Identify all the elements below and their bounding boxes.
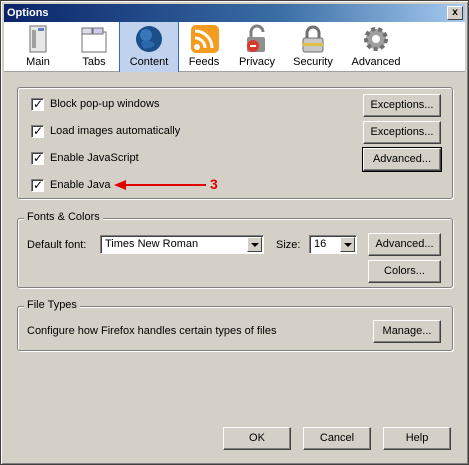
default-font-value: Times New Roman: [105, 238, 199, 250]
font-size-select[interactable]: 16: [309, 235, 357, 254]
checkbox-box[interactable]: ✓: [31, 177, 44, 192]
tab-feeds[interactable]: Feeds: [179, 22, 229, 72]
colors-button[interactable]: Colors...: [368, 260, 441, 283]
file-types-legend: File Types: [24, 299, 80, 311]
tab-privacy-label: Privacy: [238, 56, 276, 68]
check-mark-icon: ✓: [33, 150, 44, 165]
tab-security[interactable]: Security: [285, 22, 341, 72]
size-label: Size:: [276, 239, 301, 251]
fonts-colors-group: Fonts & Colors Default font: Times New R…: [17, 211, 453, 288]
gear-icon: [364, 27, 388, 51]
manage-button[interactable]: Manage...: [373, 320, 441, 343]
tab-feeds-label: Feeds: [188, 56, 220, 68]
feed-icon: [191, 25, 219, 53]
tab-main[interactable]: Main: [10, 22, 66, 72]
ok-button[interactable]: OK: [223, 427, 291, 450]
enable-java-label: Enable Java: [50, 179, 111, 191]
tab-tabs[interactable]: Tabs: [66, 22, 122, 72]
block-popups-label: Block pop-up windows: [50, 98, 160, 110]
load-images-label: Load images automatically: [50, 125, 181, 137]
globe-icon: [136, 26, 162, 52]
help-button[interactable]: Help: [383, 427, 451, 450]
default-font-label: Default font:: [27, 239, 87, 251]
tabs-icon: [81, 27, 107, 53]
tab-advanced-label: Advanced: [351, 56, 401, 68]
javascript-advanced-button[interactable]: Advanced...: [362, 147, 442, 172]
annotation-arrow-icon: [114, 180, 206, 190]
main-icon: [29, 25, 47, 53]
padlock-icon: [302, 25, 324, 53]
chevron-down-icon[interactable]: [340, 237, 355, 252]
close-button[interactable]: x: [447, 6, 463, 20]
options-window: Options x Main Tabs Content Feeds Privac…: [0, 0, 469, 465]
content-group: ✓ Block pop-up windows Exceptions... ✓ L…: [17, 87, 453, 199]
enable-java-checkbox[interactable]: ✓ Enable Java: [31, 177, 111, 193]
tab-content-label: Content: [129, 56, 169, 68]
file-types-group: File Types Configure how Firefox handles…: [17, 299, 453, 351]
lock-icon: [247, 24, 265, 52]
tab-content[interactable]: Content: [119, 22, 179, 72]
block-popups-checkbox[interactable]: ✓ Block pop-up windows: [31, 96, 159, 112]
file-types-description: Configure how Firefox handles certain ty…: [27, 325, 277, 337]
default-font-select[interactable]: Times New Roman: [100, 235, 264, 254]
checkbox-box[interactable]: ✓: [31, 123, 44, 138]
chevron-down-icon[interactable]: [247, 237, 262, 252]
popup-exceptions-button[interactable]: Exceptions...: [363, 94, 441, 117]
load-images-checkbox[interactable]: ✓ Load images automatically: [31, 123, 180, 139]
font-size-value: 16: [314, 238, 327, 250]
enable-javascript-checkbox[interactable]: ✓ Enable JavaScript: [31, 150, 139, 166]
tab-security-label: Security: [293, 56, 333, 68]
fonts-colors-legend: Fonts & Colors: [24, 211, 103, 223]
close-icon: x: [452, 7, 458, 18]
fonts-advanced-button[interactable]: Advanced...: [368, 233, 441, 256]
cancel-button[interactable]: Cancel: [303, 427, 371, 450]
tab-tabs-label: Tabs: [82, 56, 106, 68]
tab-advanced[interactable]: Advanced: [344, 22, 408, 72]
checkbox-box[interactable]: ✓: [31, 150, 44, 165]
images-exceptions-button[interactable]: Exceptions...: [363, 121, 441, 144]
check-mark-icon: ✓: [33, 123, 44, 138]
options-toolbar: Main Tabs Content Feeds Privacy Security…: [4, 22, 465, 72]
tab-main-label: Main: [26, 56, 50, 68]
checkbox-box[interactable]: ✓: [31, 96, 44, 111]
check-mark-icon: ✓: [33, 96, 44, 111]
annotation-number: 3: [210, 176, 218, 192]
tab-privacy[interactable]: Privacy: [229, 22, 285, 72]
check-mark-icon: ✓: [33, 177, 44, 192]
enable-javascript-label: Enable JavaScript: [50, 152, 139, 164]
window-title: Options: [7, 7, 49, 19]
title-bar: Options x: [4, 4, 465, 22]
